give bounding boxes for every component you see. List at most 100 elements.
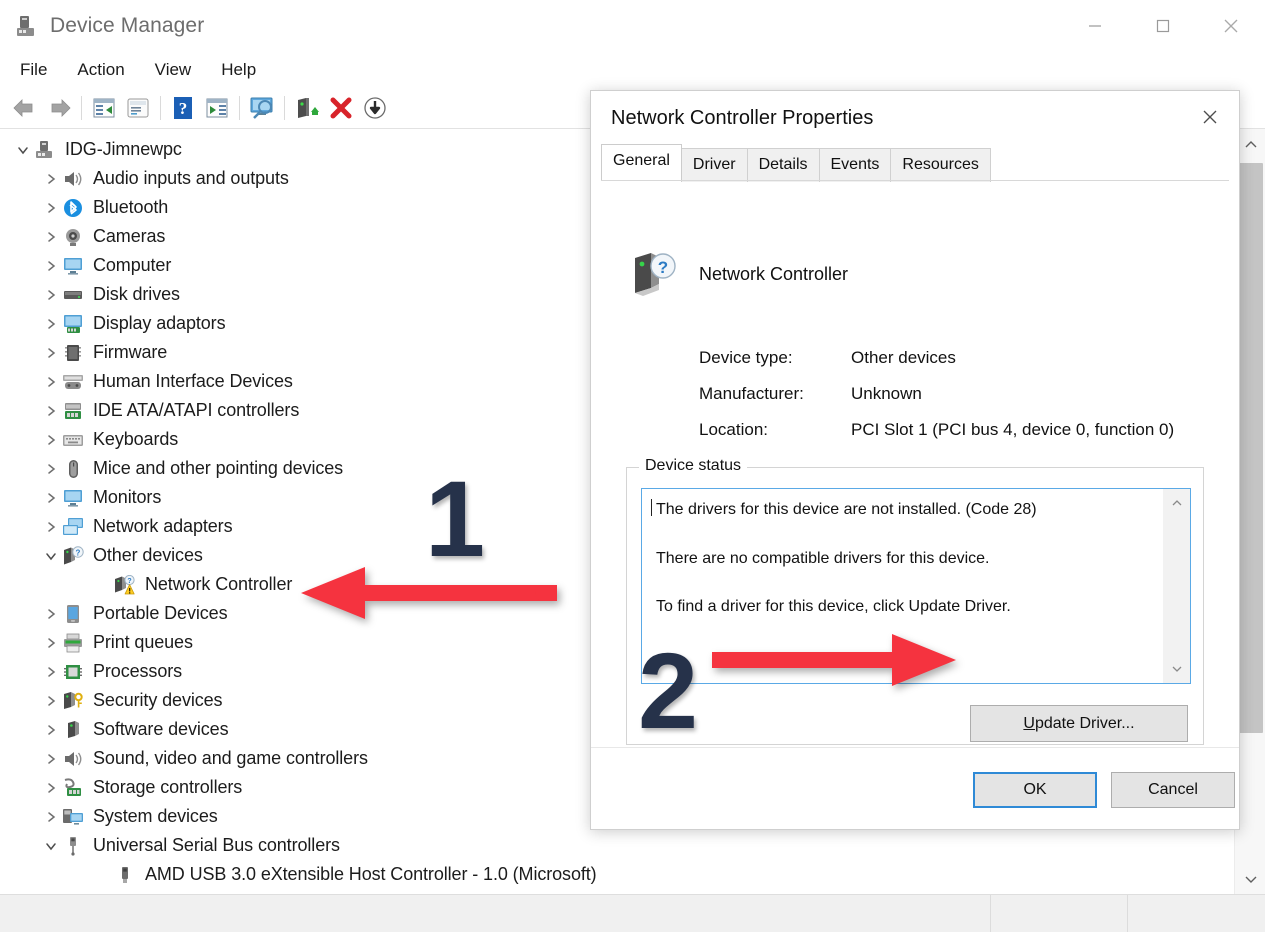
tree-item-label: IDE ATA/ATAPI controllers (93, 400, 300, 420)
tab-general[interactable]: General (601, 144, 682, 180)
info-key: Location: (699, 420, 768, 439)
hid-icon (62, 372, 84, 392)
menu-view[interactable]: View (141, 58, 206, 82)
scroll-up-icon[interactable] (1163, 491, 1190, 515)
ide-controller-icon (62, 401, 84, 421)
tree-item-label: IDG-Jimnewpc (65, 139, 182, 159)
tree-item-label: Cameras (93, 226, 166, 246)
status-scrollbar[interactable] (1163, 489, 1190, 683)
tree-item-label: Monitors (93, 487, 162, 507)
chevron-right-icon[interactable] (40, 806, 62, 828)
chevron-right-icon[interactable] (40, 719, 62, 741)
other-devices-icon: ? (62, 545, 84, 566)
camera-icon (62, 227, 84, 247)
chevron-right-icon[interactable] (40, 371, 62, 393)
device-name: Network Controller (699, 263, 849, 284)
scroll-down-icon[interactable] (1235, 863, 1265, 894)
device-status-label: Device status (639, 457, 748, 475)
chevron-down-icon[interactable] (40, 545, 62, 567)
chevron-right-icon[interactable] (40, 487, 62, 509)
svg-text:?: ? (127, 578, 131, 585)
annotation-arrow-2 (712, 632, 962, 693)
tab-details[interactable]: Details (746, 148, 820, 182)
back-icon[interactable] (8, 91, 42, 125)
forward-icon[interactable] (42, 91, 76, 125)
update-driver-icon[interactable] (200, 91, 234, 125)
monitor-icon (62, 488, 84, 508)
properties-icon[interactable] (87, 91, 121, 125)
disable-device-icon[interactable] (358, 91, 392, 125)
toolbar-separator (160, 96, 161, 120)
chevron-right-icon[interactable] (40, 748, 62, 770)
menu-file[interactable]: File (16, 58, 61, 82)
usb-device-icon (114, 865, 136, 885)
dialog-titlebar: Network Controller Properties (591, 91, 1239, 145)
chevron-right-icon[interactable] (40, 400, 62, 422)
chevron-right-icon[interactable] (40, 603, 62, 625)
chevron-right-icon[interactable] (40, 458, 62, 480)
menubar: File Action View Help (0, 52, 1265, 88)
device-manager-window: Device Manager File Action View Help ? I… (0, 0, 1265, 932)
toolbar-separator (239, 96, 240, 120)
tab-resources[interactable]: Resources (890, 148, 991, 182)
minimize-icon[interactable] (1061, 0, 1129, 52)
chevron-right-icon[interactable] (40, 284, 62, 306)
close-icon[interactable] (1187, 96, 1233, 138)
menu-help[interactable]: Help (207, 58, 270, 82)
chevron-down-icon[interactable] (12, 139, 34, 161)
chevron-right-icon[interactable] (40, 255, 62, 277)
device-status-text: The drivers for this device are not inst… (642, 489, 1190, 618)
statusbar-segment (991, 895, 1128, 932)
info-value: Other devices (851, 348, 956, 367)
chevron-down-icon[interactable] (40, 835, 62, 857)
security-device-icon (62, 691, 84, 711)
update-driver-button[interactable]: Update Driver... (970, 705, 1188, 742)
show-hidden-devices-icon[interactable] (121, 91, 155, 125)
chevron-right-icon[interactable] (40, 168, 62, 190)
chevron-right-icon[interactable] (40, 197, 62, 219)
usb-icon (62, 836, 84, 856)
system-device-icon (62, 807, 84, 827)
tree-item-label: Computer (93, 255, 172, 275)
scroll-down-icon[interactable] (1163, 657, 1190, 681)
chevron-right-icon[interactable] (40, 429, 62, 451)
tree-item-universal-serial-bus-controllers[interactable]: Universal Serial Bus controllers (0, 831, 1234, 860)
chevron-right-icon[interactable] (40, 777, 62, 799)
ok-button[interactable]: OK (973, 772, 1097, 808)
uninstall-device-icon[interactable] (324, 91, 358, 125)
info-row: Location: PCI Slot 1 (PCI bus 4, device … (699, 412, 1199, 448)
toolbar-separator (81, 96, 82, 120)
enable-device-icon[interactable] (290, 91, 324, 125)
unknown-device-warning-icon: ? (114, 574, 136, 595)
tree-item-amd-usb-3-0-extensible-host-controller-1-0-microsoft[interactable]: AMD USB 3.0 eXtensible Host Controller -… (0, 860, 1234, 889)
mouse-icon (62, 459, 84, 479)
statusbar-main (0, 895, 991, 932)
speaker-icon (62, 749, 84, 769)
close-icon[interactable] (1197, 0, 1265, 52)
tree-item-label: System devices (93, 806, 218, 826)
chevron-right-icon[interactable] (40, 516, 62, 538)
tree-item-label: Disk drives (93, 284, 180, 304)
tree-item-label: Keyboards (93, 429, 179, 449)
tree-item-label: Firmware (93, 342, 168, 362)
chevron-right-icon[interactable] (40, 313, 62, 335)
chevron-right-icon[interactable] (40, 342, 62, 364)
scan-hardware-changes-icon[interactable] (245, 91, 279, 125)
unknown-device-icon: ? (631, 250, 677, 298)
help-icon[interactable]: ? (166, 91, 200, 125)
chevron-right-icon[interactable] (40, 226, 62, 248)
window-controls (1061, 0, 1265, 52)
tab-driver[interactable]: Driver (680, 148, 748, 182)
computer-root-icon (34, 140, 56, 160)
maximize-icon[interactable] (1129, 0, 1197, 52)
scrollbar-thumb[interactable] (1238, 163, 1263, 733)
cancel-button[interactable]: Cancel (1111, 772, 1235, 808)
tab-events[interactable]: Events (818, 148, 892, 182)
tree-item-label: Portable Devices (93, 603, 228, 623)
chevron-right-icon[interactable] (40, 632, 62, 654)
tree-item-label: Audio inputs and outputs (93, 168, 289, 188)
menu-action[interactable]: Action (63, 58, 138, 82)
dialog-tabs: General Driver Details Events Resources (601, 144, 991, 182)
chevron-right-icon[interactable] (40, 690, 62, 712)
chevron-right-icon[interactable] (40, 661, 62, 683)
